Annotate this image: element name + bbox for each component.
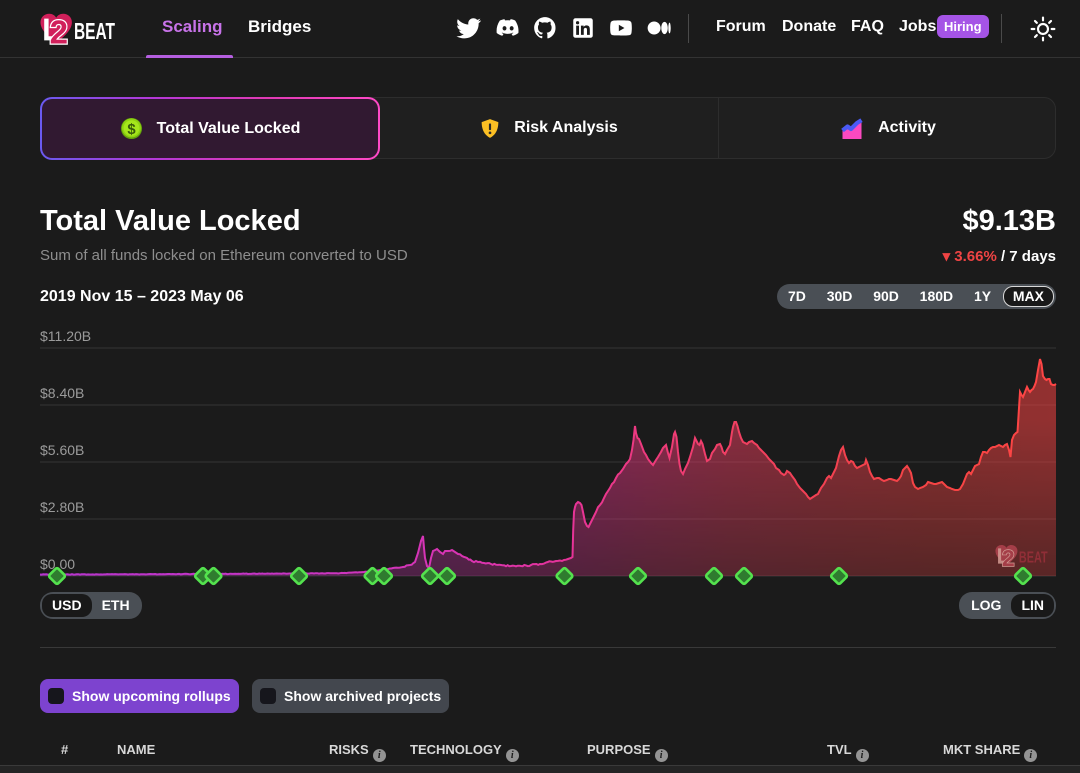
svg-text:$2.80B: $2.80B bbox=[40, 499, 84, 515]
svg-text:$11.20B: $11.20B bbox=[40, 328, 91, 344]
svg-text:$: $ bbox=[127, 122, 136, 138]
svg-text:2: 2 bbox=[1002, 545, 1015, 571]
svg-text:BEAT: BEAT bbox=[74, 18, 115, 44]
svg-text:2: 2 bbox=[50, 14, 68, 50]
svg-text:$5.60B: $5.60B bbox=[40, 442, 84, 458]
svg-text:$8.40B: $8.40B bbox=[40, 385, 84, 401]
svg-text:BEAT: BEAT bbox=[1019, 549, 1048, 567]
